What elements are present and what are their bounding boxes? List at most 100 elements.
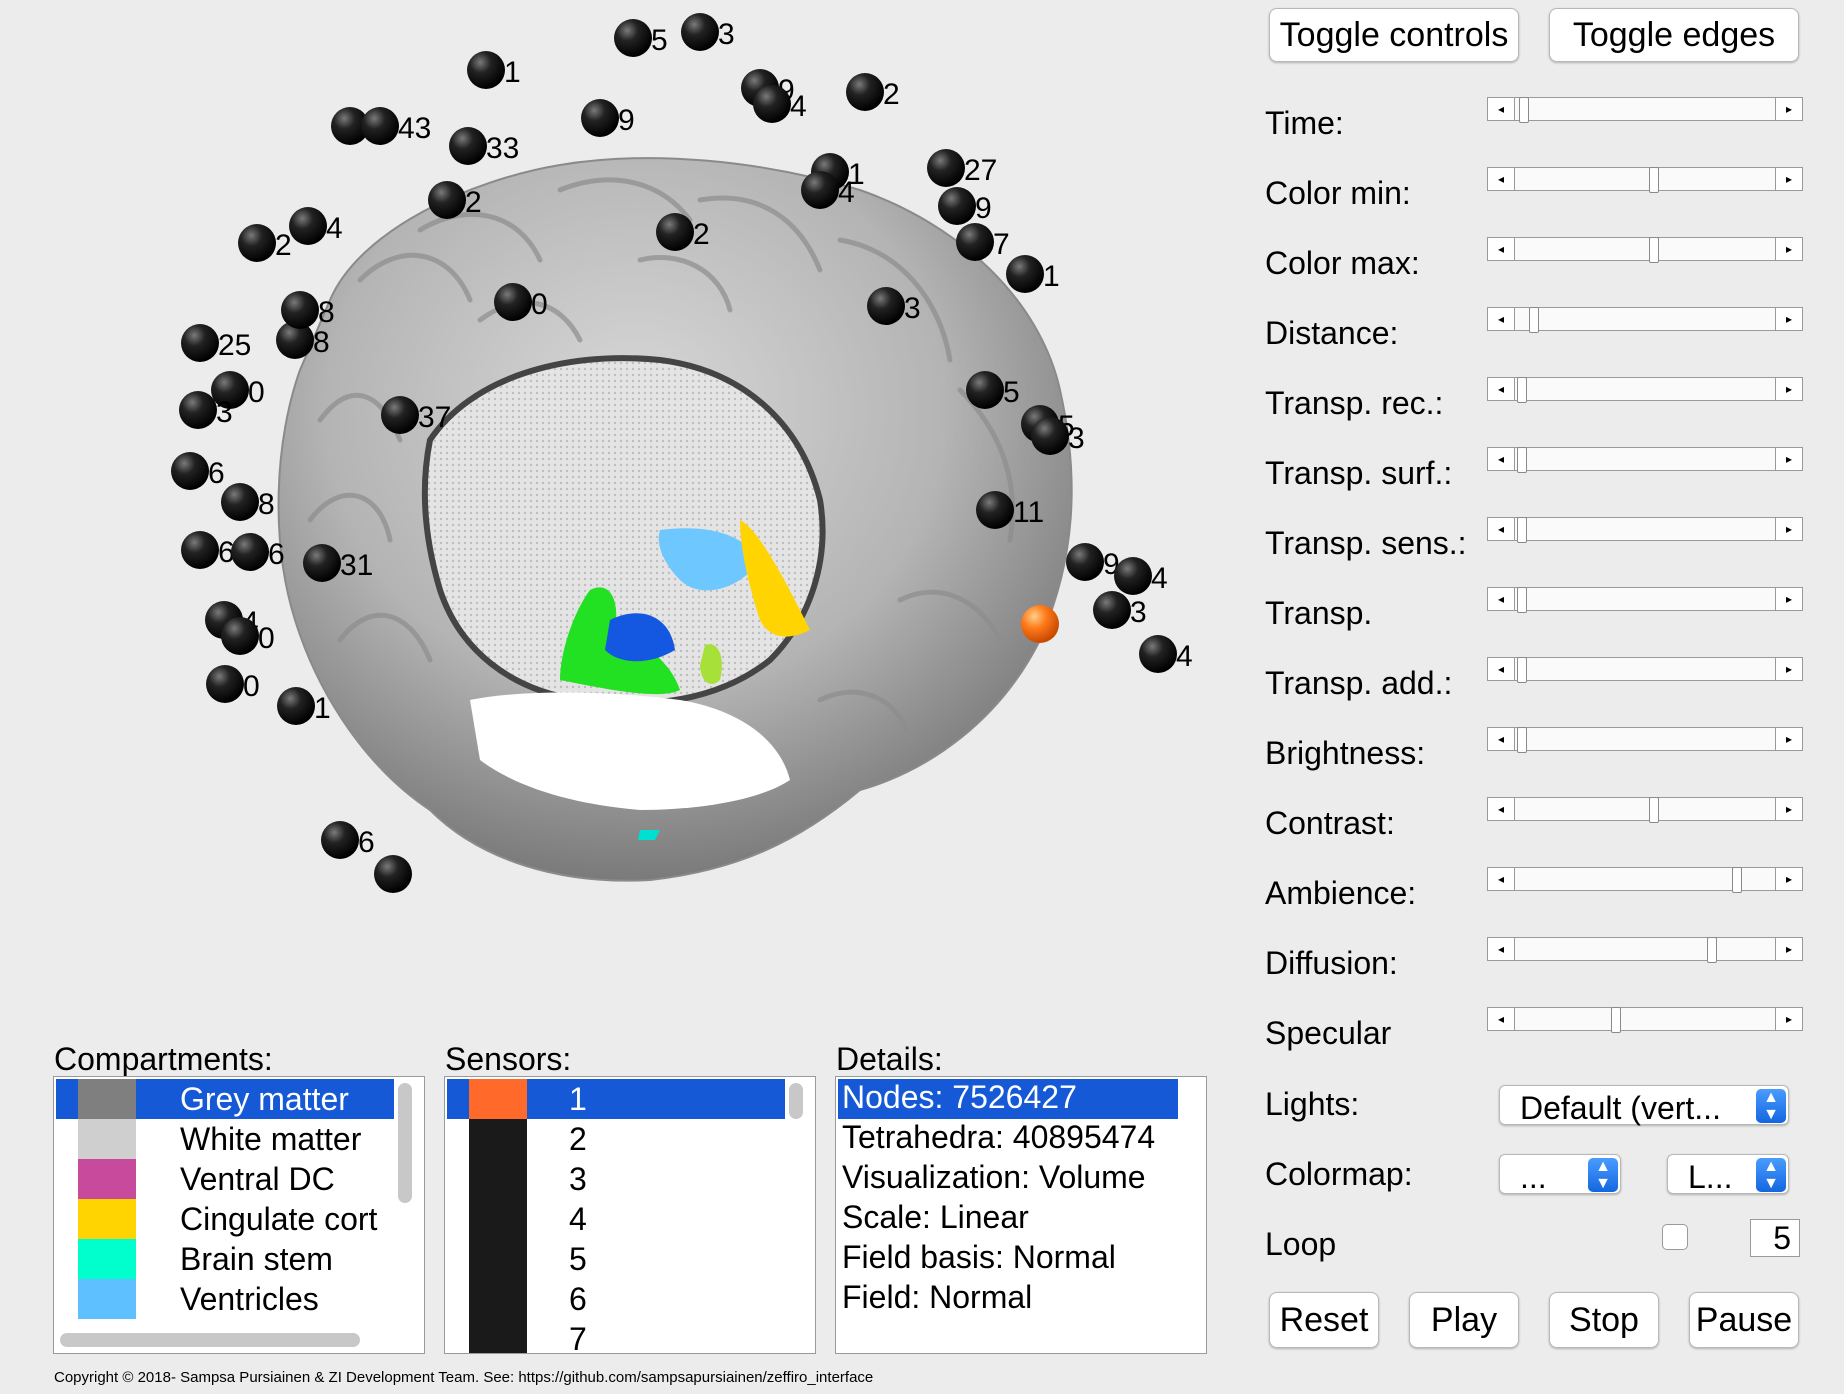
- electrode-marker[interactable]: [614, 19, 652, 57]
- electrode-marker[interactable]: [867, 287, 905, 325]
- list-item[interactable]: 2: [447, 1119, 785, 1159]
- electrode-marker[interactable]: [361, 107, 399, 145]
- list-item[interactable]: Ventricles: [56, 1279, 394, 1319]
- electrode-marker[interactable]: [303, 544, 341, 582]
- slider-left-arrow-icon[interactable]: ◂: [1488, 588, 1515, 610]
- slider-thumb[interactable]: [1516, 727, 1527, 753]
- list-item[interactable]: Ventral DC: [56, 1159, 394, 1199]
- details-item[interactable]: Nodes: 7526427: [838, 1079, 1178, 1119]
- slider-right-arrow-icon[interactable]: ▸: [1775, 658, 1802, 680]
- slider-thumb[interactable]: [1648, 237, 1659, 263]
- slider-thumb[interactable]: [1516, 377, 1527, 403]
- selected-electrode-marker[interactable]: [1021, 605, 1059, 643]
- electrode-marker[interactable]: [289, 207, 327, 245]
- slider-thumb[interactable]: [1648, 167, 1659, 193]
- slider-right-arrow-icon[interactable]: ▸: [1775, 938, 1802, 960]
- slider[interactable]: ◂ ▸: [1487, 97, 1803, 123]
- electrode-marker[interactable]: [656, 213, 694, 251]
- slider-right-arrow-icon[interactable]: ▸: [1775, 588, 1802, 610]
- electrode-marker[interactable]: [381, 396, 419, 434]
- toggle-edges-button[interactable]: Toggle edges: [1549, 8, 1799, 62]
- slider-left-arrow-icon[interactable]: ◂: [1488, 448, 1515, 470]
- brain-render[interactable]: 5319428433391424279722013258850353637811…: [0, 0, 1240, 1020]
- electrode-marker[interactable]: [966, 371, 1004, 409]
- slider[interactable]: ◂ ▸: [1487, 237, 1803, 263]
- colormap-dropdown[interactable]: ... ▲ ▼: [1499, 1154, 1621, 1195]
- electrode-marker[interactable]: [277, 687, 315, 725]
- electrode-marker[interactable]: [281, 291, 319, 329]
- slider-right-arrow-icon[interactable]: ▸: [1775, 378, 1802, 400]
- slider-right-arrow-icon[interactable]: ▸: [1775, 448, 1802, 470]
- horizontal-scrollbar[interactable]: [60, 1333, 360, 1347]
- list-item[interactable]: 1: [447, 1079, 785, 1119]
- slider-left-arrow-icon[interactable]: ◂: [1488, 798, 1515, 820]
- slider-left-arrow-icon[interactable]: ◂: [1488, 658, 1515, 680]
- slider-thumb[interactable]: [1516, 587, 1527, 613]
- slider[interactable]: ◂ ▸: [1487, 377, 1803, 403]
- electrode-marker[interactable]: [1114, 557, 1152, 595]
- slider-right-arrow-icon[interactable]: ▸: [1775, 238, 1802, 260]
- slider-left-arrow-icon[interactable]: ◂: [1488, 728, 1515, 750]
- details-item[interactable]: Tetrahedra: 40895474: [838, 1119, 1202, 1159]
- vertical-scrollbar[interactable]: [398, 1083, 412, 1203]
- toggle-controls-button[interactable]: Toggle controls: [1269, 8, 1519, 62]
- slider[interactable]: ◂ ▸: [1487, 1007, 1803, 1033]
- slider-left-arrow-icon[interactable]: ◂: [1488, 868, 1515, 890]
- electrode-marker[interactable]: [956, 223, 994, 261]
- list-item[interactable]: Brain stem: [56, 1239, 394, 1279]
- electrode-marker[interactable]: [467, 51, 505, 89]
- slider[interactable]: ◂ ▸: [1487, 587, 1803, 613]
- slider-thumb[interactable]: [1610, 1007, 1621, 1033]
- list-item[interactable]: 3: [447, 1159, 785, 1199]
- slider-left-arrow-icon[interactable]: ◂: [1488, 168, 1515, 190]
- slider-thumb[interactable]: [1516, 447, 1527, 473]
- electrode-marker[interactable]: [753, 85, 791, 123]
- slider-right-arrow-icon[interactable]: ▸: [1775, 1008, 1802, 1030]
- slider-right-arrow-icon[interactable]: ▸: [1775, 518, 1802, 540]
- pause-button[interactable]: Pause: [1689, 1292, 1799, 1348]
- slider-thumb[interactable]: [1516, 517, 1527, 543]
- electrode-marker[interactable]: [206, 665, 244, 703]
- electrode-marker[interactable]: [581, 99, 619, 137]
- list-item[interactable]: Grey matter: [56, 1079, 394, 1119]
- stop-button[interactable]: Stop: [1549, 1292, 1659, 1348]
- electrode-marker[interactable]: [181, 324, 219, 362]
- slider[interactable]: ◂ ▸: [1487, 727, 1803, 753]
- electrode-marker[interactable]: [374, 855, 412, 893]
- details-item[interactable]: Field: Normal: [838, 1279, 1202, 1319]
- electrode-marker[interactable]: [321, 821, 359, 859]
- electrode-marker[interactable]: [238, 224, 276, 262]
- electrode-marker[interactable]: [1006, 255, 1044, 293]
- electrode-marker[interactable]: [449, 127, 487, 165]
- slider-left-arrow-icon[interactable]: ◂: [1488, 518, 1515, 540]
- slider-thumb[interactable]: [1732, 867, 1743, 893]
- slider-thumb[interactable]: [1529, 307, 1540, 333]
- slider-thumb[interactable]: [1707, 937, 1718, 963]
- reset-button[interactable]: Reset: [1269, 1292, 1379, 1348]
- electrode-marker[interactable]: [179, 391, 217, 429]
- list-item[interactable]: Cingulate cort: [56, 1199, 394, 1239]
- compartments-list[interactable]: Grey matter White matter Ventral DC Cingula…: [53, 1076, 425, 1354]
- slider[interactable]: ◂ ▸: [1487, 937, 1803, 963]
- loop-count-field[interactable]: 5: [1750, 1219, 1800, 1257]
- electrode-marker[interactable]: [171, 452, 209, 490]
- slider-left-arrow-icon[interactable]: ◂: [1488, 98, 1515, 120]
- 3d-viewport[interactable]: 5319428433391424279722013258850353637811…: [0, 0, 1240, 1020]
- details-list[interactable]: Nodes: 7526427 Tetrahedra: 40895474 Visual…: [835, 1076, 1207, 1354]
- sensors-list[interactable]: 1 2 3 4 5 6 7: [444, 1076, 816, 1354]
- electrode-marker[interactable]: [1066, 543, 1104, 581]
- lights-dropdown[interactable]: Default (vert... ▲ ▼: [1499, 1085, 1789, 1126]
- list-item[interactable]: 6: [447, 1279, 785, 1319]
- list-item[interactable]: 5: [447, 1239, 785, 1279]
- slider[interactable]: ◂ ▸: [1487, 657, 1803, 683]
- electrode-marker[interactable]: [801, 171, 839, 209]
- electrode-marker[interactable]: [1031, 417, 1069, 455]
- slider-right-arrow-icon[interactable]: ▸: [1775, 868, 1802, 890]
- electrode-marker[interactable]: [976, 491, 1014, 529]
- slider-right-arrow-icon[interactable]: ▸: [1775, 98, 1802, 120]
- slider-right-arrow-icon[interactable]: ▸: [1775, 728, 1802, 750]
- slider-thumb[interactable]: [1648, 797, 1659, 823]
- slider-left-arrow-icon[interactable]: ◂: [1488, 378, 1515, 400]
- slider-thumb[interactable]: [1519, 97, 1530, 123]
- slider-left-arrow-icon[interactable]: ◂: [1488, 308, 1515, 330]
